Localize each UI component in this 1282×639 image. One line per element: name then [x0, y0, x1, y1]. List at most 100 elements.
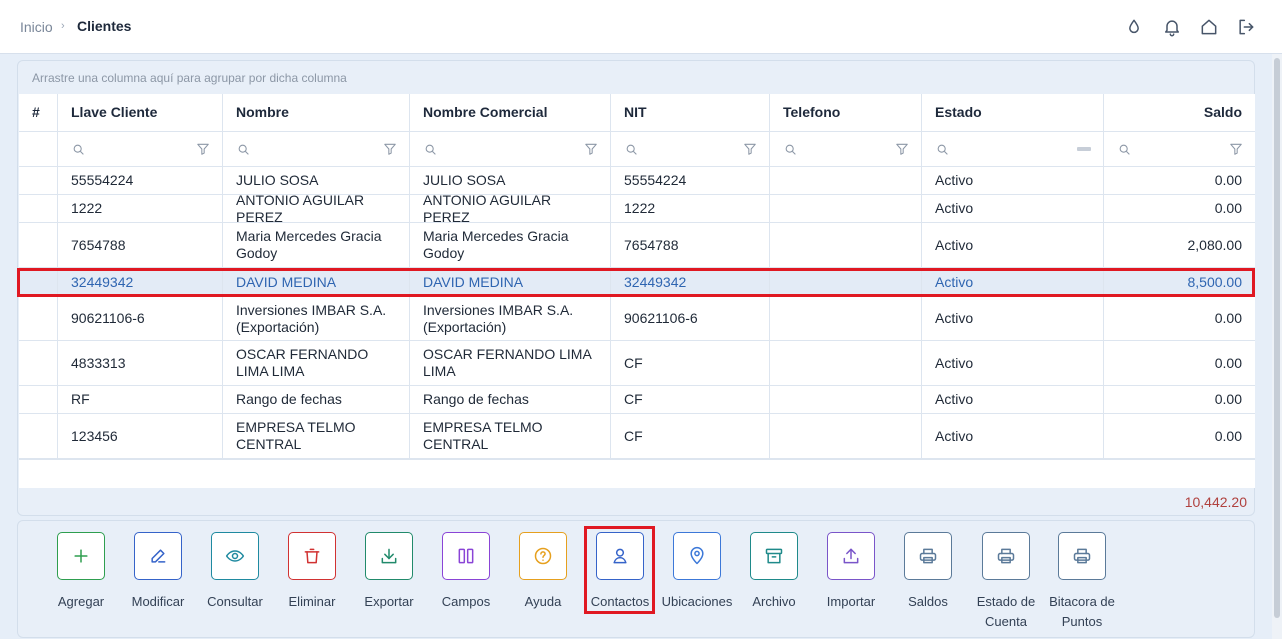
location-icon[interactable]	[673, 532, 721, 580]
column-header-nombre[interactable]: Nombre	[223, 94, 410, 131]
modificar-button[interactable]: Modificar	[120, 532, 196, 612]
column-header-col-index[interactable]: #	[19, 94, 58, 131]
filter-dropdown-icon[interactable]	[1077, 146, 1091, 152]
bell-icon[interactable]	[1162, 17, 1182, 37]
bitacora-de-puntos-button[interactable]: Bitacora de Puntos	[1044, 532, 1120, 632]
search-icon	[424, 143, 437, 156]
cell-nit: 7654788	[611, 223, 770, 267]
filter-cell-llave-cliente[interactable]	[58, 132, 223, 166]
table-row[interactable]: 90621106-6 Inversiones IMBAR S.A. (Export…	[19, 297, 1255, 341]
cell-telefono	[770, 341, 922, 385]
toolbar-button-label: Campos	[441, 594, 491, 609]
cell-saldo: 0.00	[1214, 427, 1242, 444]
cell-nombre: JULIO SOSA	[223, 167, 410, 194]
drop-icon[interactable]	[1124, 17, 1144, 37]
table-row[interactable]: 4833313 OSCAR FERNANDO LIMA LIMA OSCAR FER…	[19, 341, 1255, 386]
filter-cell-nit[interactable]	[611, 132, 770, 166]
cell-nombre-comercial: Rango de fechas	[410, 386, 611, 413]
column-header-nombre-comercial[interactable]: Nombre Comercial	[410, 94, 611, 131]
top-bar: Inicio › Clientes	[0, 0, 1282, 54]
filter-cell-nombre-comercial[interactable]	[410, 132, 611, 166]
cell-estado: Activo	[922, 297, 1104, 340]
archivo-button[interactable]: Archivo	[736, 532, 812, 612]
printer-icon[interactable]	[1058, 532, 1106, 580]
toolbar-button-label: Saldos	[908, 594, 948, 609]
filter-icon[interactable]	[895, 142, 909, 156]
column-header-llave-cliente[interactable]: Llave Cliente	[58, 94, 223, 131]
table-row[interactable]: CFCONSUMIDOR FINALCONSUMIDOR FINALCFActi…	[19, 459, 1255, 460]
cell-nit: CF	[611, 386, 770, 413]
table-row[interactable]: RF Rango de fechas Rango de fechas CF Activo…	[19, 386, 1255, 414]
filter-cell-telefono[interactable]	[770, 132, 922, 166]
search-icon	[237, 143, 250, 156]
cell-llave-cliente: 123456	[58, 414, 223, 458]
breadcrumb-home[interactable]: Inicio	[20, 19, 53, 35]
table-row[interactable]: 7654788 Maria Mercedes Gracia Godoy Maria …	[19, 223, 1255, 268]
cell-telefono	[770, 414, 922, 458]
archive-icon[interactable]	[750, 532, 798, 580]
logout-icon[interactable]	[1236, 17, 1256, 37]
ubicaciones-button[interactable]: Ubicaciones	[659, 532, 735, 612]
filter-icon[interactable]	[1229, 142, 1243, 156]
estado-de-cuenta-button[interactable]: Estado de Cuenta	[968, 532, 1044, 632]
column-header-nit[interactable]: NIT	[611, 94, 770, 131]
columns-icon[interactable]	[442, 532, 490, 580]
search-icon	[1118, 143, 1131, 156]
campos-button[interactable]: Campos	[428, 532, 504, 612]
consultar-button[interactable]: Consultar	[197, 532, 273, 612]
filter-cell-saldo[interactable]	[1104, 132, 1255, 166]
home-icon[interactable]	[1199, 17, 1219, 37]
toolbar-button-label: Archivo	[752, 594, 796, 609]
toolbar-button-label: Eliminar	[288, 594, 336, 609]
column-header-estado[interactable]: Estado	[922, 94, 1104, 131]
group-by-drop-area[interactable]: Arrastre una columna aquí para agrupar p…	[32, 71, 347, 85]
importar-button[interactable]: Importar	[813, 532, 889, 612]
printer-icon[interactable]	[982, 532, 1030, 580]
plus-icon[interactable]	[57, 532, 105, 580]
cell-nit: CF	[611, 414, 770, 458]
pencil-icon[interactable]	[134, 532, 182, 580]
download-icon[interactable]	[365, 532, 413, 580]
cell-llave-cliente: 1222	[58, 195, 223, 222]
filter-icon[interactable]	[383, 142, 397, 156]
filter-icon[interactable]	[584, 142, 598, 156]
column-header-telefono[interactable]: Telefono	[770, 94, 922, 131]
trash-icon[interactable]	[288, 532, 336, 580]
page-scrollbar[interactable]	[1272, 54, 1282, 639]
filter-cell-nombre[interactable]	[223, 132, 410, 166]
table-row[interactable]: 55554224 JULIO SOSA JULIO SOSA 55554224 Acti…	[19, 167, 1255, 195]
cell-nombre: EMPRESA TELMO CENTRAL	[223, 414, 410, 458]
cell-llave-cliente: 7654788	[58, 223, 223, 267]
cell-nombre: ANTONIO AGUILAR PEREZ	[223, 195, 410, 222]
agregar-button[interactable]: Agregar	[43, 532, 119, 612]
upload-icon[interactable]	[827, 532, 875, 580]
help-icon[interactable]	[519, 532, 567, 580]
search-icon	[784, 143, 797, 156]
cell-nombre: Maria Mercedes Gracia Godoy	[223, 223, 410, 267]
cell-col-index	[19, 414, 58, 458]
cell-col-index	[19, 386, 58, 413]
exportar-button[interactable]: Exportar	[351, 532, 427, 612]
cell-col-index	[19, 167, 58, 194]
contactos-highlight	[584, 526, 655, 614]
scrollbar-thumb[interactable]	[1274, 58, 1280, 618]
saldos-button[interactable]: Saldos	[890, 532, 966, 612]
eye-icon[interactable]	[211, 532, 259, 580]
cell-col-index	[19, 195, 58, 222]
cell-nombre-comercial: Inversiones IMBAR S.A. (Exportación)	[410, 297, 611, 340]
eliminar-button[interactable]: Eliminar	[274, 532, 350, 612]
table-row[interactable]: 123456 EMPRESA TELMO CENTRAL EMPRESA TELMO…	[19, 414, 1255, 459]
selected-row-highlight	[17, 268, 1255, 297]
filter-icon[interactable]	[196, 142, 210, 156]
filter-cell-estado[interactable]	[922, 132, 1104, 166]
search-icon	[936, 143, 949, 156]
cell-nombre-comercial: Maria Mercedes Gracia Godoy	[410, 223, 611, 267]
ayuda-button[interactable]: Ayuda	[505, 532, 581, 612]
printer-icon[interactable]	[904, 532, 952, 580]
table-row[interactable]: 1222 ANTONIO AGUILAR PEREZ ANTONIO AGUILAR…	[19, 195, 1255, 223]
toolbar-button-label: Exportar	[364, 594, 414, 609]
cell-nit: 90621106-6	[611, 297, 770, 340]
column-header-saldo[interactable]: Saldo	[1104, 94, 1255, 131]
cell-col-index	[19, 297, 58, 340]
filter-icon[interactable]	[743, 142, 757, 156]
